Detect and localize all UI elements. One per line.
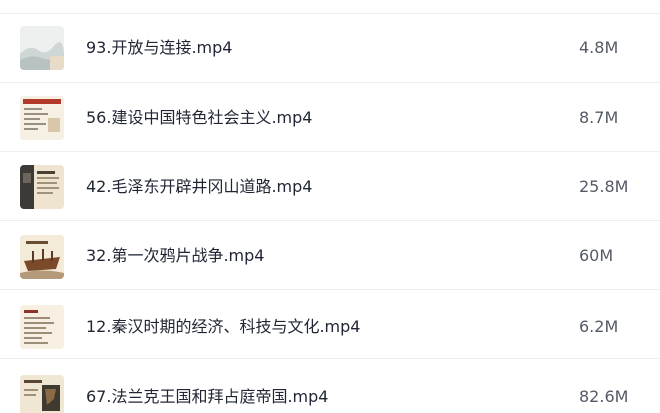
- video-thumbnail: [20, 305, 64, 349]
- file-name[interactable]: 67.法兰克王国和拜占庭帝国.mp4: [86, 387, 328, 407]
- video-thumbnail: [20, 375, 64, 413]
- file-name[interactable]: 42.毛泽东开辟井冈山道路.mp4: [86, 177, 312, 197]
- file-row[interactable]: 42.毛泽东开辟井冈山道路.mp4 25.8M: [0, 152, 660, 221]
- file-name[interactable]: 93.开放与连接.mp4: [86, 38, 232, 58]
- file-name[interactable]: 56.建设中国特色社会主义.mp4: [86, 108, 312, 128]
- file-size: 4.8M: [579, 38, 619, 57]
- file-size: 82.6M: [579, 387, 629, 406]
- file-row[interactable]: 56.建设中国特色社会主义.mp4 8.7M: [0, 83, 660, 152]
- video-thumbnail: [20, 165, 64, 209]
- file-size: 8.7M: [579, 108, 619, 127]
- file-row[interactable]: 67.法兰克王国和拜占庭帝国.mp4 82.6M: [0, 359, 660, 413]
- file-size: 60M: [579, 246, 614, 265]
- file-name[interactable]: 32.第一次鸦片战争.mp4: [86, 246, 264, 266]
- file-size: 25.8M: [579, 177, 629, 196]
- file-row[interactable]: 32.第一次鸦片战争.mp4 60M: [0, 221, 660, 290]
- video-thumbnail: [20, 26, 64, 70]
- file-row[interactable]: [0, 0, 660, 14]
- video-thumbnail: [20, 96, 64, 140]
- file-row[interactable]: 93.开放与连接.mp4 4.8M: [0, 14, 660, 83]
- file-name[interactable]: 12.秦汉时期的经济、科技与文化.mp4: [86, 317, 360, 337]
- file-row[interactable]: 12.秦汉时期的经济、科技与文化.mp4 6.2M: [0, 290, 660, 359]
- file-list: 93.开放与连接.mp4 4.8M 56.建设中国特色社会主义.mp4 8.7M: [0, 0, 660, 413]
- video-thumbnail: [20, 235, 64, 279]
- file-size: 6.2M: [579, 317, 619, 336]
